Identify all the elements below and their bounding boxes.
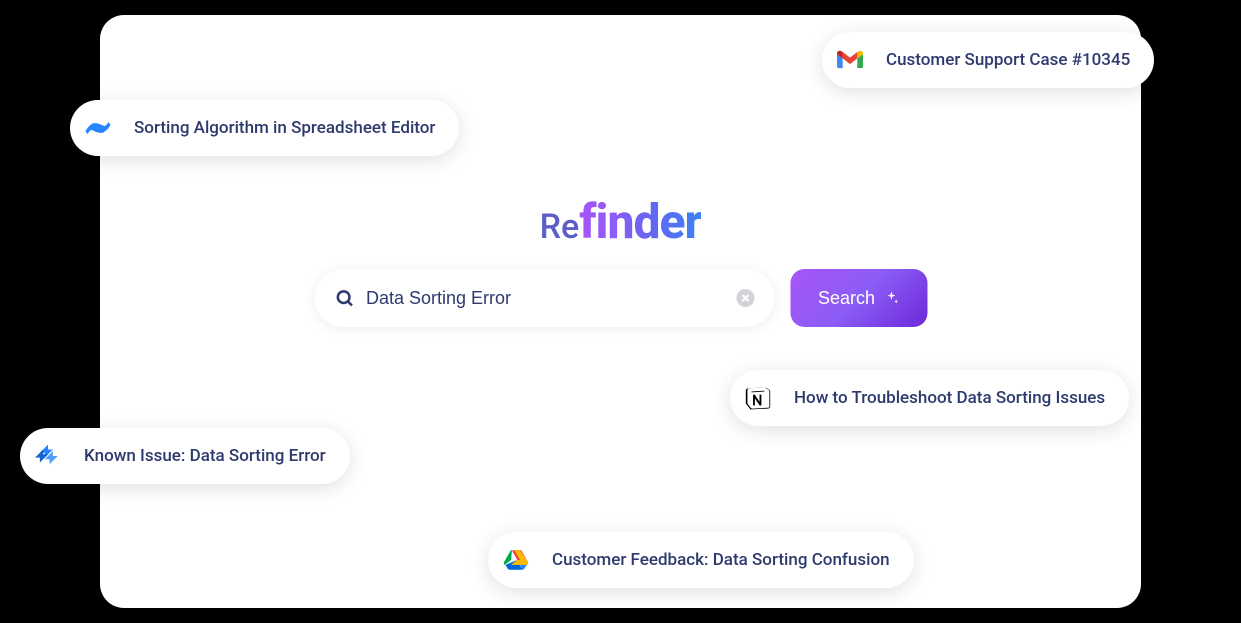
search-button[interactable]: Search: [790, 269, 927, 327]
jira-icon: [26, 434, 70, 478]
result-label: Sorting Algorithm in Spreadsheet Editor: [134, 118, 435, 138]
result-label: Known Issue: Data Sorting Error: [84, 446, 326, 466]
sparkle-icon: [883, 290, 899, 306]
search-container: Search: [314, 269, 927, 327]
app-logo: Refinder: [540, 193, 702, 250]
logo-suffix: finder: [579, 193, 701, 250]
result-label: How to Troubleshoot Data Sorting Issues: [794, 388, 1105, 408]
search-icon: [334, 288, 354, 308]
confluence-icon: [76, 106, 120, 150]
search-button-label: Search: [818, 288, 875, 309]
result-item-notion[interactable]: How to Troubleshoot Data Sorting Issues: [730, 370, 1129, 426]
gmail-icon: [828, 38, 872, 82]
logo-prefix: Re: [540, 207, 580, 247]
search-input[interactable]: [366, 288, 724, 309]
result-item-jira[interactable]: Known Issue: Data Sorting Error: [20, 428, 350, 484]
result-label: Customer Support Case #10345: [886, 50, 1130, 70]
result-item-confluence[interactable]: Sorting Algorithm in Spreadsheet Editor: [70, 100, 459, 156]
clear-icon[interactable]: [736, 289, 754, 307]
result-item-gmail[interactable]: Customer Support Case #10345: [822, 32, 1154, 88]
search-box[interactable]: [314, 269, 774, 327]
result-item-gdrive[interactable]: Customer Feedback: Data Sorting Confusio…: [488, 532, 914, 588]
notion-icon: [736, 376, 780, 420]
gdrive-icon: [494, 538, 538, 582]
result-label: Customer Feedback: Data Sorting Confusio…: [552, 550, 890, 570]
